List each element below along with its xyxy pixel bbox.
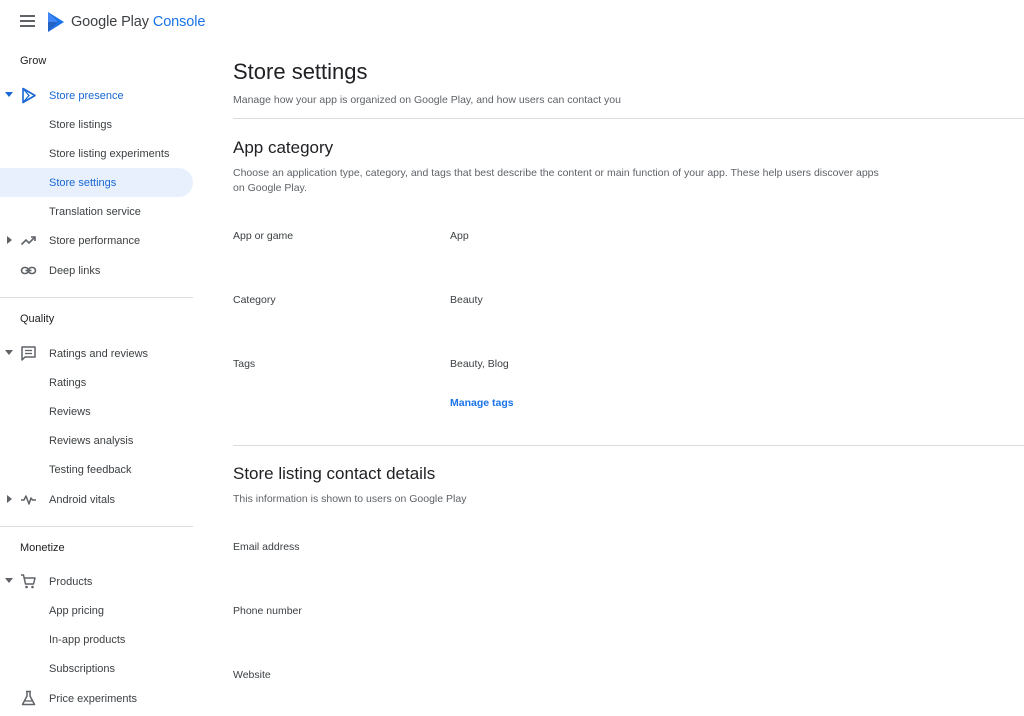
sidebar: Google Play Console Grow Store presence … (0, 0, 205, 716)
sidebar-item-reviews-analysis[interactable]: Reviews analysis (0, 426, 193, 455)
tags-value: Beauty, Blog (450, 358, 509, 370)
category-value: Beauty (450, 294, 483, 306)
page-subtitle: Manage how your app is organized on Goog… (233, 94, 621, 106)
sidebar-item-translation-service[interactable]: Translation service (0, 197, 193, 226)
sidebar-item-store-listings[interactable]: Store listings (0, 110, 193, 139)
sidebar-item-label: Subscriptions (49, 663, 116, 675)
sidebar-item-label: Android vitals (49, 494, 116, 506)
section-divider (233, 445, 1024, 446)
sidebar-item-label: Translation service (49, 206, 141, 218)
sidebar-item-label: Reviews analysis (49, 435, 134, 447)
sidebar-item-ratings-and-reviews[interactable]: Ratings and reviews (0, 339, 193, 368)
sidebar-item-testing-feedback[interactable]: Testing feedback (0, 455, 193, 484)
sidebar-item-store-listing-experiments[interactable]: Store listing experiments (0, 139, 193, 168)
shopping-cart-icon (21, 574, 36, 589)
play-console-logo-icon (48, 12, 64, 32)
sidebar-item-products[interactable]: Products (0, 567, 193, 596)
page-title: Store settings (233, 59, 368, 84)
sidebar-divider (0, 297, 193, 298)
caret-right-icon (7, 495, 12, 503)
sidebar-item-store-presence[interactable]: Store presence (0, 81, 193, 110)
sidebar-item-reviews[interactable]: Reviews (0, 397, 193, 426)
sidebar-item-label: Deep links (49, 265, 101, 277)
sidebar-item-label: Reviews (49, 406, 91, 418)
manage-tags-link[interactable]: Manage tags (450, 397, 514, 409)
caret-down-icon (5, 578, 13, 583)
sidebar-item-label: Store settings (49, 177, 117, 189)
sidebar-item-in-app-products[interactable]: In-app products (0, 625, 193, 654)
sidebar-item-store-performance[interactable]: Store performance (0, 226, 193, 255)
trending-up-icon (20, 236, 36, 246)
play-outline-icon (22, 87, 36, 104)
phone-number-label: Phone number (233, 605, 302, 617)
flask-icon (21, 690, 36, 706)
brand-console: Console (152, 14, 206, 30)
sidebar-item-store-settings[interactable]: Store settings (0, 168, 193, 197)
brand-name[interactable]: Google Play Console (71, 14, 205, 30)
review-comment-icon (21, 346, 36, 361)
sidebar-item-ratings[interactable]: Ratings (0, 368, 193, 397)
sidebar-item-price-experiments[interactable]: Price experiments (0, 684, 193, 713)
sidebar-item-android-vitals[interactable]: Android vitals (0, 485, 193, 514)
sidebar-item-label: In-app products (49, 634, 126, 646)
hamburger-icon[interactable] (20, 14, 36, 28)
app-or-game-label: App or game (233, 230, 294, 242)
link-icon (20, 266, 37, 275)
brand-google-play: Google Play (71, 14, 149, 30)
section-monetize: Monetize (20, 542, 65, 554)
top-bar: Google Play Console (0, 0, 205, 44)
vitals-pulse-icon (21, 495, 36, 505)
sidebar-item-label: Store listing experiments (49, 148, 170, 160)
tags-label: Tags (233, 358, 256, 370)
sidebar-item-label: Store listings (49, 119, 112, 131)
sidebar-item-app-pricing[interactable]: App pricing (0, 596, 193, 625)
category-label: Category (233, 294, 276, 306)
app-category-description: Choose an application type, category, an… (233, 167, 879, 194)
caret-down-icon (5, 350, 13, 355)
sidebar-item-label: Store presence (49, 90, 124, 102)
sidebar-item-deep-links[interactable]: Deep links (0, 256, 193, 285)
section-quality: Quality (20, 313, 55, 325)
sidebar-item-label: Products (49, 576, 93, 588)
sidebar-item-label: Store performance (49, 235, 141, 247)
contact-details-heading: Store listing contact details (233, 464, 436, 483)
sidebar-item-label: Testing feedback (49, 464, 132, 476)
caret-down-icon (5, 92, 13, 97)
sidebar-item-label: Price experiments (49, 693, 138, 705)
section-divider (233, 118, 1024, 119)
sidebar-item-label: Ratings and reviews (49, 348, 149, 360)
sidebar-item-label: Ratings (49, 377, 87, 389)
sidebar-item-label: App pricing (49, 605, 105, 617)
sidebar-item-subscriptions[interactable]: Subscriptions (0, 654, 193, 683)
main-content: Store settings Manage how your app is or… (233, 0, 1024, 716)
app-category-heading: App category (233, 138, 334, 157)
app-or-game-value: App (450, 230, 469, 242)
sidebar-divider (0, 526, 193, 527)
website-label: Website (233, 669, 271, 681)
contact-details-description: This information is shown to users on Go… (233, 493, 467, 505)
email-address-label: Email address (233, 541, 300, 553)
section-grow: Grow (20, 55, 47, 67)
caret-right-icon (7, 236, 12, 244)
